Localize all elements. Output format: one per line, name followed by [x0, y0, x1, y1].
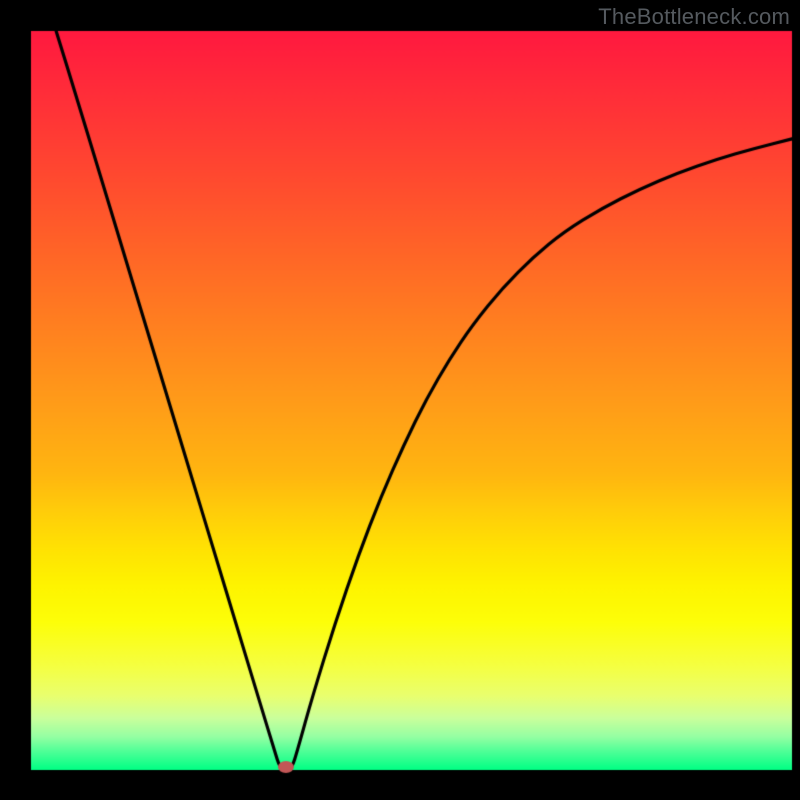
- chart-container: TheBottleneck.com: [0, 0, 800, 800]
- bottleneck-chart-canvas: [0, 0, 800, 800]
- attribution-text: TheBottleneck.com: [598, 4, 790, 30]
